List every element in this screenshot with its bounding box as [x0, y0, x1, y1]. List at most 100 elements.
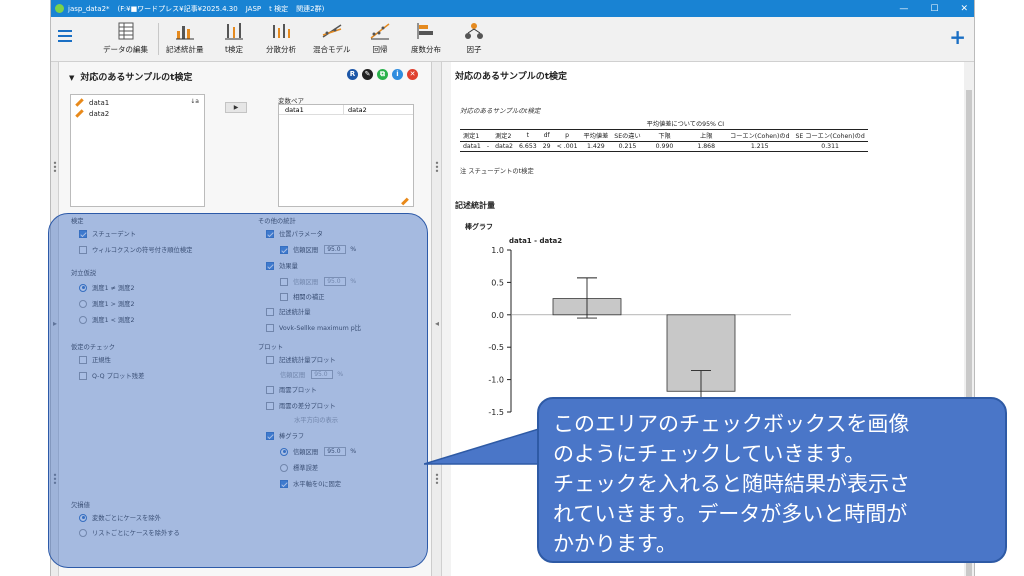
standard-error-radio[interactable]: 標準誤差	[280, 463, 318, 472]
jasp-app-icon	[55, 4, 64, 13]
collapse-triangle-icon[interactable]: ▼	[69, 74, 74, 82]
variable-list[interactable]: data1 data2 ↓a	[70, 94, 205, 207]
location-ci-checkbox[interactable]: 信頼区間 95.0%	[280, 245, 356, 254]
anova-icon	[273, 24, 290, 38]
title-text: t 検定	[269, 4, 289, 13]
toolbar-frequencies[interactable]: 度数分布	[411, 21, 441, 59]
pair-variable-2[interactable]: data2	[344, 105, 367, 114]
toolbar-factor[interactable]: 因子	[463, 21, 485, 59]
alt-less-radio[interactable]: 測度1 < 測度2	[79, 315, 134, 324]
close-button[interactable]: ✕	[960, 4, 968, 14]
results-title: 対応のあるサンプルのt検定	[455, 72, 568, 82]
toolbar-label: 回帰	[372, 45, 388, 54]
data-edit-icon	[118, 22, 133, 40]
desc-ci-input[interactable]: 95.0	[311, 370, 334, 379]
toolbar-label: 度数分布	[411, 45, 441, 54]
bar-ci-radio[interactable]: 信頼区間 95.0%	[280, 447, 356, 456]
r-syntax-icon[interactable]: R	[347, 69, 358, 80]
left-splitter[interactable]: • • • ▸ • • •	[51, 62, 59, 576]
callout-line: チェックを入れると随時結果が表示さ	[553, 472, 910, 496]
vovk-sellke-checkbox[interactable]: Vovk-Sellke maximum p比	[266, 323, 361, 332]
toolbar-anova[interactable]: 分散分析	[266, 21, 296, 59]
ci-input[interactable]: 95.0	[324, 245, 347, 254]
effect-size-checkbox[interactable]: 効果量	[266, 261, 298, 270]
descriptives-checkbox[interactable]: 記述統計量	[266, 307, 310, 316]
ci-group-header: 平均値差についての95% CI	[643, 118, 728, 130]
horizontal-display-checkbox[interactable]: 水平方向の表示	[294, 415, 338, 424]
callout-line: かかります。	[553, 532, 677, 556]
y-tick-label: 0.5	[491, 278, 504, 287]
toolbar-regression[interactable]: 回帰	[369, 21, 391, 59]
callout-line: れていきます。データが多いと時間が	[553, 502, 908, 526]
analysis-title: 対応のあるサンプルのt検定	[80, 73, 193, 83]
y-tick-label: -1.0	[488, 376, 504, 385]
missing-listwise-radio[interactable]: リストごとにケースを除外する	[79, 528, 180, 537]
factor-icon	[465, 23, 483, 39]
minimize-button[interactable]: —	[899, 4, 908, 14]
callout-box: このエリアのチェックボックスを画像 のようにチェックしていきます。 チェックを入…	[537, 397, 1007, 563]
other-stats-title: その他の統計	[258, 218, 296, 225]
toolbar-label: 記述統計量	[166, 45, 204, 54]
variable-item[interactable]: data1	[71, 97, 204, 108]
descriptive-plot-checkbox[interactable]: 記述統計量プロット	[266, 355, 336, 364]
bar-ci-input[interactable]: 95.0	[324, 447, 347, 456]
qq-plot-checkbox[interactable]: Q-Q プロット残差	[79, 371, 144, 380]
regression-icon	[370, 23, 390, 40]
bar-plot-checkbox[interactable]: 棒グラフ	[266, 431, 304, 440]
effect-ci-checkbox[interactable]: 信頼区間 95.0%	[280, 277, 356, 286]
plot-section-title: プロット	[258, 344, 284, 351]
title-text: JASP	[245, 4, 262, 13]
bar-chart: data1 - data2 1.0 0.5 0.0 -0.5 -1.0 -1.5	[488, 237, 791, 417]
missing-per-variable-radio[interactable]: 変数ごとにケースを除外	[79, 513, 161, 522]
table-caption: 対応のあるサンプルのt検定	[460, 107, 541, 115]
callout-tail	[424, 426, 543, 465]
fix-axis-zero-checkbox[interactable]: 水平軸を0に固定	[280, 479, 341, 488]
effect-ci-input[interactable]: 95.0	[324, 277, 347, 286]
test-section-title: 検定	[71, 218, 84, 225]
sort-icon[interactable]: ↓a	[190, 98, 199, 105]
toolbar-descriptives[interactable]: 記述統計量	[166, 21, 204, 59]
student-checkbox[interactable]: スチューデント	[79, 229, 136, 238]
y-tick-label: 0.0	[491, 311, 504, 320]
descriptives-icon	[175, 26, 194, 40]
wilcoxon-checkbox[interactable]: ウィルコクスンの符号付き順位検定	[79, 245, 192, 254]
callout-line: のようにチェックしていきます。	[553, 442, 866, 466]
raincloud-checkbox[interactable]: 雨雲プロット	[266, 385, 317, 394]
toolbar-ttest[interactable]: t検定	[223, 21, 245, 59]
toolbar-mixed-model[interactable]: 混合モデル	[313, 21, 351, 59]
toolbar-label: 混合モデル	[313, 45, 351, 54]
correlation-correction-checkbox[interactable]: 相関の補正	[280, 292, 324, 301]
analysis-header[interactable]: ▼ 対応のあるサンプルのt検定	[69, 70, 192, 83]
middle-splitter[interactable]: • • • ◂ • • •	[432, 62, 442, 576]
table-row: data1 - data2 6.653 29 < .001 1.429 0.21…	[460, 142, 868, 152]
y-tick-label: -0.5	[488, 343, 504, 352]
mixed-model-icon	[322, 24, 342, 38]
pair-variable-1[interactable]: data1	[279, 105, 344, 114]
variable-item[interactable]: data2	[71, 108, 204, 119]
assign-arrow-button[interactable]: ▶	[225, 102, 247, 113]
descriptive-plot-ci: 信頼区間 95.0%	[280, 370, 344, 379]
alt-greater-radio[interactable]: 測度1 > 測度2	[79, 299, 134, 308]
info-icon[interactable]: i	[392, 69, 403, 80]
variable-pair-list[interactable]: data1 data2	[278, 104, 414, 207]
title-text: jasp_data2*	[68, 4, 110, 13]
normality-checkbox[interactable]: 正規性	[79, 355, 111, 364]
location-parameter-checkbox[interactable]: 位置パラメータ	[266, 229, 323, 238]
chart-title: data1 - data2	[509, 237, 562, 245]
raincloud-diff-checkbox[interactable]: 雨雲の差分プロット	[266, 401, 336, 410]
assumption-section-title: 仮定のチェック	[71, 344, 116, 351]
toolbar-data-edit[interactable]: データの編集	[103, 21, 148, 59]
alt-two-sided-radio[interactable]: 測度1 ≠ 測度2	[79, 283, 134, 292]
table-header-row: 測定1 測定2 t df p 平均値差 SEの違い 下限 上限 コーエン(Coh…	[460, 129, 868, 142]
maximize-button[interactable]: ☐	[930, 4, 938, 14]
scale-variable-icon	[75, 98, 84, 107]
menu-icon[interactable]	[58, 30, 72, 42]
page: jasp_data2* (F:¥■ワードプレス¥記事¥2025.4.30 JAS…	[0, 0, 1024, 576]
y-tick-label: 1.0	[491, 246, 504, 255]
scale-variable-icon	[75, 109, 84, 118]
add-module-button[interactable]: +	[949, 27, 966, 47]
remove-analysis-icon[interactable]: ✕	[407, 69, 418, 80]
duplicate-icon[interactable]: ⧉	[377, 69, 388, 80]
edit-title-icon[interactable]: ✎	[362, 69, 373, 80]
y-tick-label: -1.5	[488, 408, 504, 417]
